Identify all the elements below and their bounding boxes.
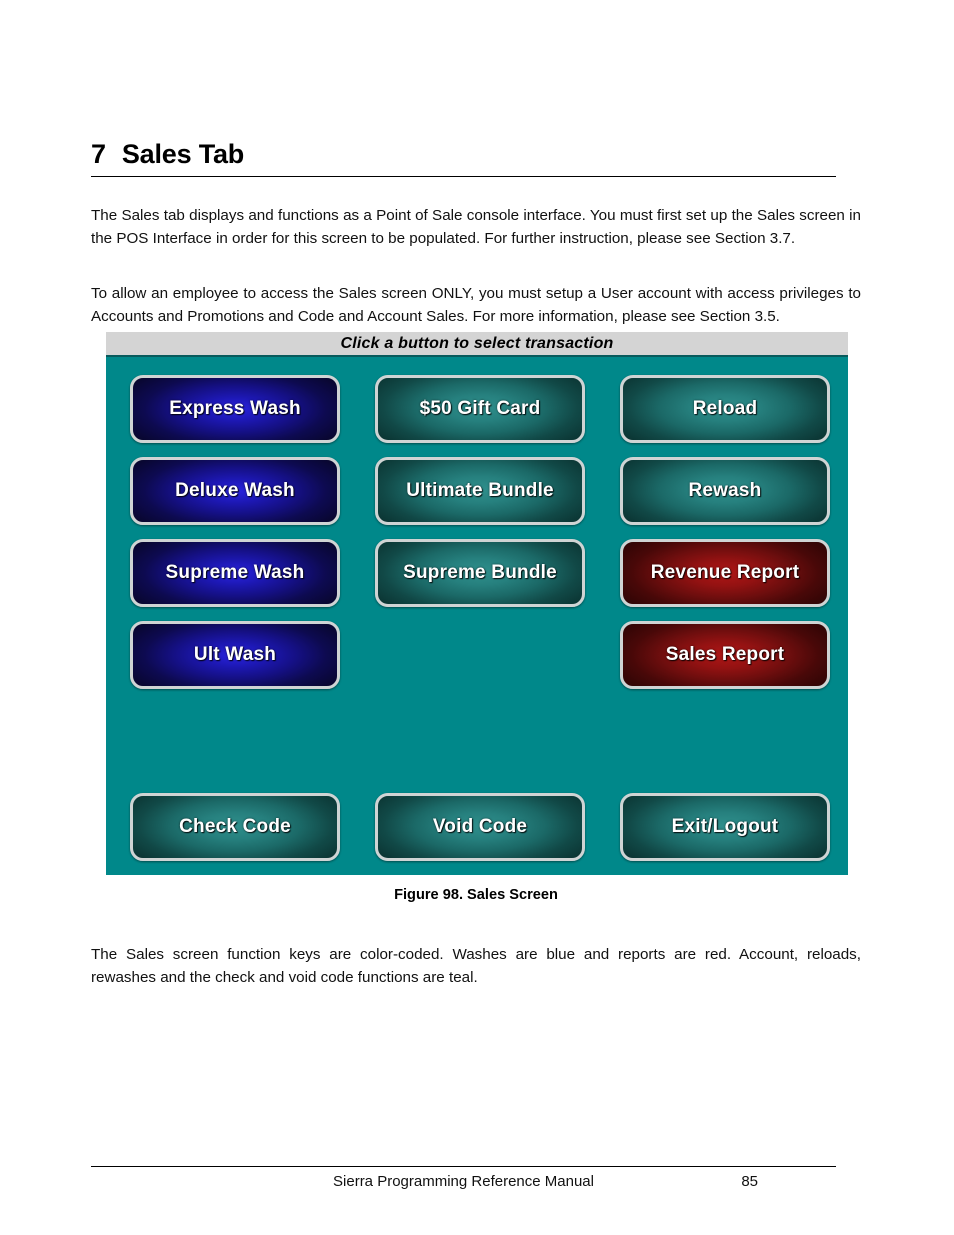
- pos-button-deluxe-wash[interactable]: Deluxe Wash: [130, 457, 340, 525]
- pos-button-label: Deluxe Wash: [175, 480, 295, 501]
- pos-button-express-wash[interactable]: Express Wash: [130, 375, 340, 443]
- heading-text: Sales Tab: [121, 139, 245, 169]
- pos-button-label: Supreme Wash: [165, 562, 305, 583]
- pos-button-label: Ultimate Bundle: [406, 480, 554, 501]
- footer-title: Sierra Programming Reference Manual: [333, 1173, 594, 1190]
- pos-button-revenue-report[interactable]: Revenue Report: [620, 539, 830, 607]
- pos-button-reload[interactable]: Reload: [620, 375, 830, 443]
- pos-button-supreme-bundle[interactable]: Supreme Bundle: [375, 539, 585, 607]
- pos-button-label: Express Wash: [169, 398, 301, 419]
- figure-caption: Figure 98. Sales Screen: [394, 887, 558, 903]
- pos-button-label: $50 Gift Card: [419, 398, 541, 419]
- pos-window: Click a button to select transaction Exp…: [106, 332, 848, 875]
- figure-sales-screen: Click a button to select transaction Exp…: [106, 332, 848, 875]
- pos-button-void-code[interactable]: Void Code: [375, 793, 585, 861]
- footer-divider: [91, 1166, 836, 1167]
- pos-button-label: Ult Wash: [193, 644, 277, 665]
- document-page: 7 Sales Tab The Sales tab displays and f…: [0, 0, 954, 1235]
- heading-divider: [91, 175, 836, 177]
- paragraph-color-coding: The Sales screen function keys are color…: [91, 946, 861, 986]
- pos-button-grid: Express Wash $50 Gift Card Reload Deluxe Wa…: [106, 357, 848, 875]
- pos-button-label: Supreme Bundle: [403, 562, 557, 583]
- pos-button-label: Exit/Logout: [671, 816, 779, 837]
- pos-button-label: Check Code: [179, 816, 291, 837]
- pos-titlebar: Click a button to select transaction: [106, 332, 848, 357]
- pos-button-exit-logout[interactable]: Exit/Logout: [620, 793, 830, 861]
- pos-button-supreme-wash[interactable]: Supreme Wash: [130, 539, 340, 607]
- heading-number: 7: [91, 139, 106, 169]
- paragraph-intro: The Sales tab displays and functions as …: [91, 207, 861, 247]
- page-footer: Sierra Programming Reference Manual 85: [91, 1166, 836, 1203]
- footer-page-number: 85: [741, 1173, 758, 1190]
- pos-button-label: Reload: [692, 398, 758, 419]
- pos-button-50-gift-card[interactable]: $50 Gift Card: [375, 375, 585, 443]
- pos-button-ult-wash[interactable]: Ult Wash: [130, 621, 340, 689]
- pos-button-label: Void Code: [432, 816, 528, 837]
- pos-button-label: Sales Report: [665, 644, 785, 665]
- pos-button-rewash[interactable]: Rewash: [620, 457, 830, 525]
- pos-button-sales-report[interactable]: Sales Report: [620, 621, 830, 689]
- pos-button-label: Rewash: [688, 480, 762, 501]
- pos-button-label: Revenue Report: [650, 562, 800, 583]
- pos-button-ultimate-bundle[interactable]: Ultimate Bundle: [375, 457, 585, 525]
- pos-titlebar-text: Click a button to select transaction: [340, 334, 614, 352]
- page-title: 7 Sales Tab: [91, 139, 836, 177]
- pos-button-check-code[interactable]: Check Code: [130, 793, 340, 861]
- paragraph-access: To allow an employee to access the Sales…: [91, 285, 861, 325]
